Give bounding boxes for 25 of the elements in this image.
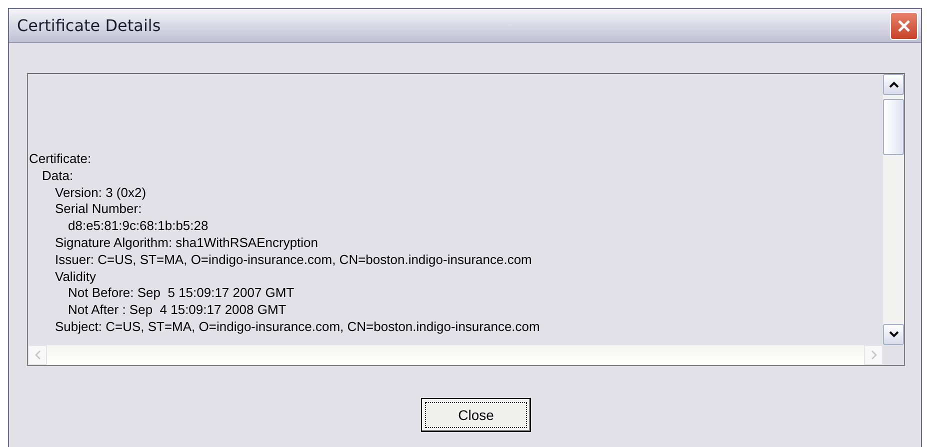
up-chevron-icon [888,81,898,88]
details-text-area[interactable] [27,73,905,366]
detail-line: Validity [55,268,97,286]
detail-line: d8:e5:81:9c:68:1b:b5:28 [68,218,210,235]
detail-line: Subject: C=US, ST=MA, O=indigo-insurance.com, CN=boston.indigo-insurance.com [55,318,541,336]
scroll-thumb[interactable] [883,99,904,155]
close-dialog-button[interactable]: Close [421,398,531,432]
detail-line: Not Before: Sep 5 15:09:17 2007 GMT [68,285,296,302]
scroll-up-button[interactable] [883,74,904,95]
detail-line: Signature Algorithm: sha1WithRSAEncryption [55,234,320,252]
close-button[interactable] [890,12,918,40]
down-chevron-icon [888,331,898,338]
scrollbar-corner [883,345,904,365]
scroll-down-button[interactable] [883,324,904,345]
vertical-scrollbar[interactable] [883,74,904,345]
detail-line: Version: 3 (0x2) [55,184,148,202]
detail-line: Serial Number: [55,201,143,218]
close-icon [897,18,911,32]
detail-line: Not After : Sep 4 15:09:17 2008 GMT [68,302,288,319]
detail-line: Certificate: [29,151,92,168]
right-chevron-icon [870,350,876,360]
left-chevron-icon [34,350,40,360]
detail-line: Data: [42,168,74,185]
detail-line: Issuer: C=US, ST=MA, O=indigo-insurance.com, CN=boston.indigo-insurance.com [55,252,533,269]
window-title: Certificate Details [17,16,161,35]
